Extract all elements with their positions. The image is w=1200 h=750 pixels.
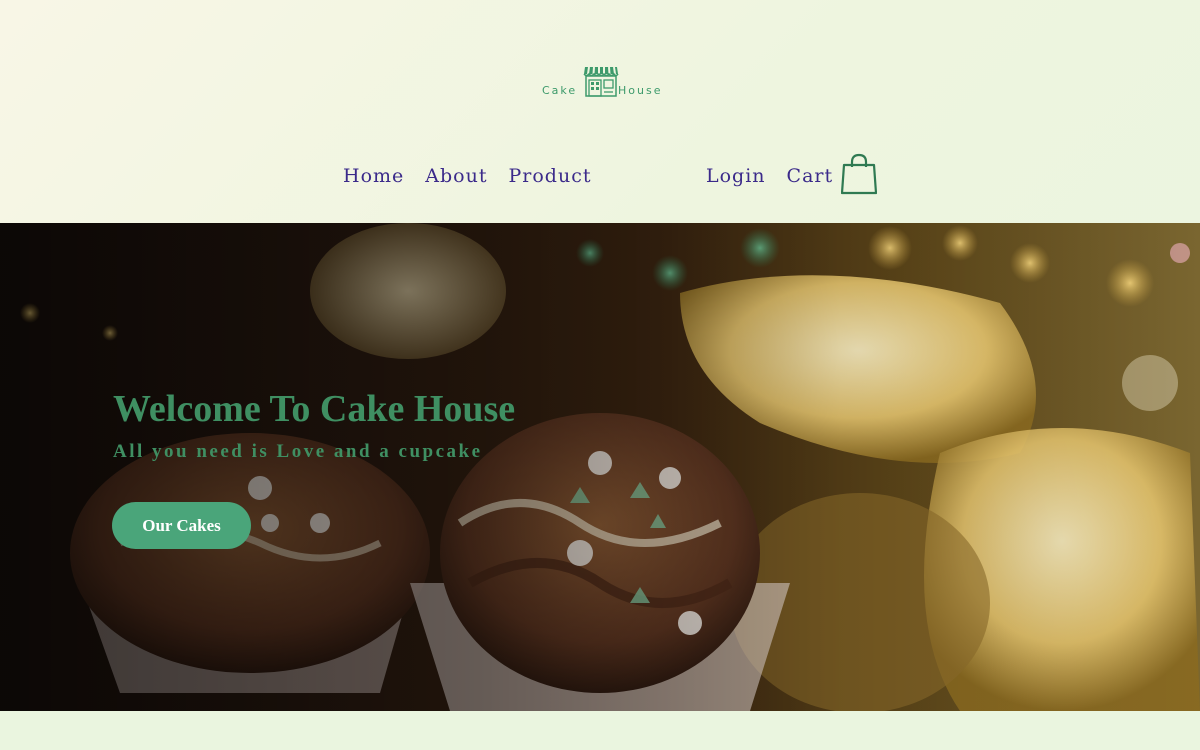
nav-link-product[interactable]: Product [508, 165, 591, 187]
shop-storefront-icon [583, 66, 619, 97]
logo[interactable]: Cake House [540, 64, 662, 100]
account-nav: Login Cart [706, 153, 878, 196]
nav-link-cart[interactable]: Cart [787, 165, 834, 187]
shopping-bag-icon[interactable] [841, 153, 878, 195]
logo-text-house: House [618, 84, 663, 97]
hero-overlay [0, 223, 1200, 711]
hero-title: Welcome To Cake House [113, 388, 516, 430]
site-header: Cake House Home About Product Login Cart [0, 0, 1200, 223]
nav-link-home[interactable]: Home [343, 165, 404, 187]
nav-link-login[interactable]: Login [706, 165, 766, 187]
page-bottom-strip [0, 711, 1200, 750]
hero-banner: Welcome To Cake House All you need is Lo… [0, 223, 1200, 711]
our-cakes-button[interactable]: Our Cakes [112, 502, 251, 549]
logo-text-cake: Cake [542, 84, 578, 97]
main-nav: Home About Product [343, 156, 612, 196]
nav-link-about[interactable]: About [425, 165, 487, 187]
hero-subtitle: All you need is Love and a cupcake [113, 441, 483, 462]
